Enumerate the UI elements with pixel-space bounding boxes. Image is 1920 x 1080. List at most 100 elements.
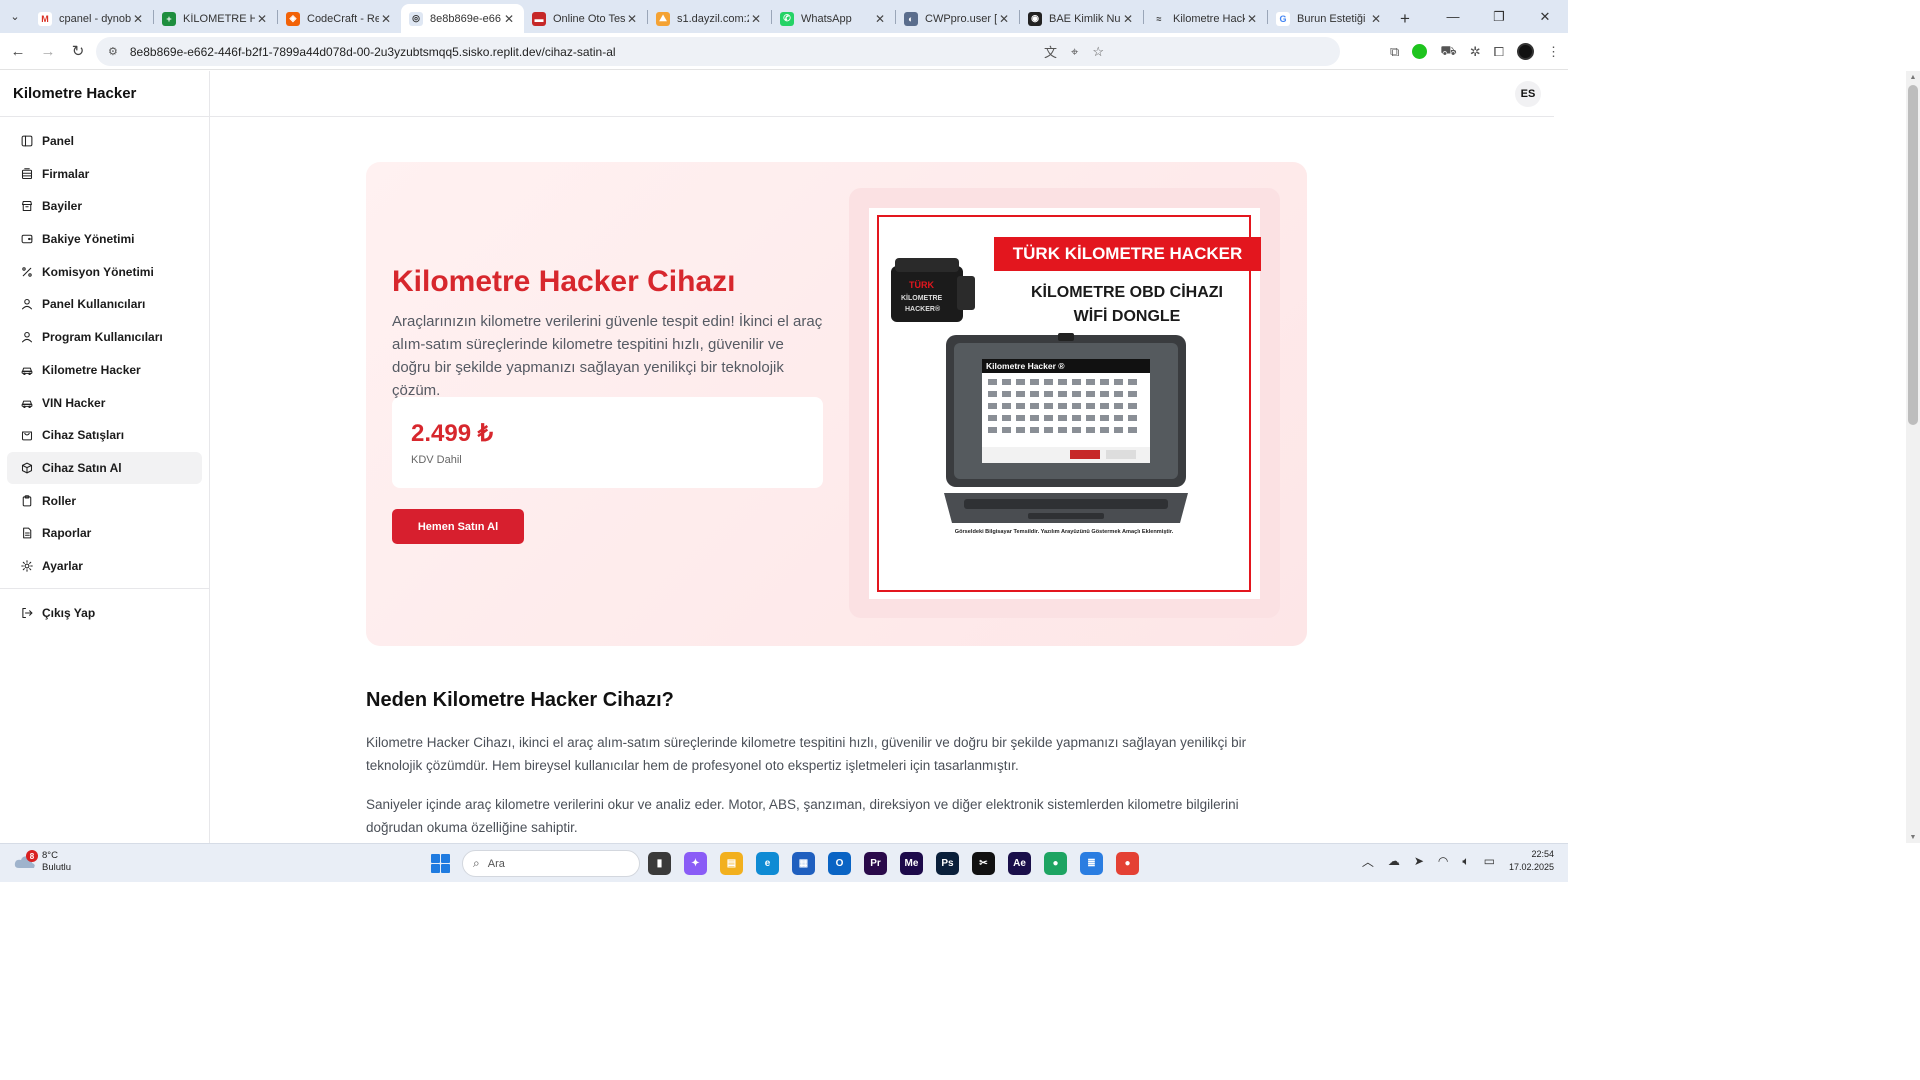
browser-tab[interactable]: ◎ 8e8b869e-e66 ✕ <box>401 4 524 33</box>
media-encoder-app-icon[interactable]: Me <box>900 852 923 875</box>
about-title: Neden Kilometre Hacker Cihazı? <box>366 689 674 711</box>
extension-car-icon[interactable]: ⛟ <box>1440 43 1456 61</box>
browser-menu-icon[interactable]: ⋮ <box>1547 44 1560 60</box>
sidebar-item-cihaz-satislari[interactable]: Cihaz Satışları <box>7 419 202 451</box>
file-explorer-app-icon[interactable]: ▤ <box>720 852 743 875</box>
browser-tab[interactable]: ◉ BAE Kimlik Nur ✕ <box>1020 4 1143 33</box>
sidebar-item-roller[interactable]: Roller <box>7 485 202 517</box>
extension-puzzle-alt-icon[interactable]: ✲ <box>1470 44 1481 60</box>
forward-button[interactable]: → <box>33 36 63 66</box>
back-button[interactable]: ← <box>3 36 33 66</box>
tab-close-icon[interactable]: ✕ <box>379 12 393 26</box>
extension-green-icon[interactable] <box>1412 44 1428 59</box>
browser-tab[interactable]: Mcpanel - dynob ✕ <box>30 4 153 33</box>
notepad-app-icon[interactable]: ≣ <box>1080 852 1103 875</box>
browser-tab[interactable]: G Burun Estetiği ✕ <box>1268 4 1391 33</box>
tab-favicon-icon: ≈ <box>1152 11 1166 26</box>
profile-avatar[interactable] <box>1517 43 1534 60</box>
sidebar-item-firmalar[interactable]: Firmalar <box>7 158 202 190</box>
tab-close-icon[interactable]: ✕ <box>1121 12 1135 26</box>
translate-icon[interactable]: 文 <box>1044 42 1057 61</box>
sidebar-item-bayiler[interactable]: Bayiler <box>7 190 202 222</box>
weather-widget[interactable]: 8 8°C Bulutlu <box>14 850 71 874</box>
bookmark-star-icon[interactable]: ☆ <box>1092 44 1104 60</box>
system-tray: ︿ ☁ ➤ ◠ 🔈︎ ▭ 22:54 17.02.2025 <box>1362 848 1554 874</box>
site-settings-icon[interactable]: ⚙ <box>108 45 118 58</box>
battery-icon[interactable]: ▭ <box>1484 854 1495 868</box>
sidebar-item-label: Panel Kullanıcıları <box>42 297 146 312</box>
product-image: TÜRK KİLOMETRE HACKER KİLOMETRE OBD CİHA… <box>869 208 1261 599</box>
new-tab-button[interactable]: + <box>1391 4 1419 33</box>
photoshop-app-icon[interactable]: Ps <box>936 852 959 875</box>
scroll-down-icon[interactable]: ▼ <box>1906 831 1920 843</box>
page-scrollbar[interactable]: ▲ ▼ <box>1906 71 1920 843</box>
sidebar-item-raporlar[interactable]: Raporlar <box>7 517 202 549</box>
wifi-icon[interactable]: ◠ <box>1438 854 1448 868</box>
scroll-up-icon[interactable]: ▲ <box>1906 71 1920 83</box>
address-toolbar: ← → ↻ ⚙ 8e8b869e-e662-446f-b2f1-7899a44d… <box>0 33 1568 70</box>
browser-tab[interactable]: ✆ WhatsApp ✕ <box>772 4 895 33</box>
browser-tab[interactable]: ⛰ s1.dayzil.com:2 ✕ <box>648 4 771 33</box>
address-bar[interactable]: ⚙ 8e8b869e-e662-446f-b2f1-7899a44d078d-0… <box>96 37 1340 66</box>
sidebar-item-program-kullanicilari[interactable]: Program Kullanıcıları <box>7 321 202 353</box>
tray-overflow-icon[interactable]: ︿ <box>1362 853 1374 870</box>
onedrive-icon[interactable]: ☁ <box>1388 854 1400 868</box>
product-image-line2: WİFİ DONGLE <box>1073 308 1181 325</box>
start-button[interactable] <box>431 854 450 873</box>
price-tax-note: KDV Dahil <box>411 454 462 466</box>
browser-tab[interactable]: ◈ CodeCraft - Re ✕ <box>278 4 401 33</box>
tab-favicon-icon: ✆ <box>780 11 794 26</box>
sidebar-item-vin-hacker[interactable]: VIN Hacker <box>7 387 202 419</box>
send-icon[interactable]: ➤ <box>1414 854 1424 868</box>
sidebar-item-cihaz-satin-al[interactable]: Cihaz Satın Al <box>7 451 202 484</box>
chrome-app-icon[interactable]: ● <box>1044 852 1067 875</box>
restore-button[interactable]: ❐ <box>1476 0 1522 33</box>
premiere-app-icon[interactable]: Pr <box>864 852 887 875</box>
tab-close-icon[interactable]: ✕ <box>255 12 269 26</box>
clock[interactable]: 22:54 17.02.2025 <box>1509 848 1554 874</box>
buy-now-button[interactable]: Hemen Satın Al <box>392 509 524 544</box>
tab-close-icon[interactable]: ✕ <box>625 12 639 26</box>
volume-icon[interactable]: 🔈︎ <box>1462 854 1469 869</box>
tab-favicon-icon: ◉ <box>1028 11 1042 26</box>
sidebar-item-kilometre-hacker[interactable]: Kilometre Hacker <box>7 354 202 386</box>
browser-tab[interactable]: ◐ CWPpro.user [c ✕ <box>896 4 1019 33</box>
close-window-button[interactable]: ✕ <box>1522 0 1568 33</box>
tab-close-icon[interactable]: ✕ <box>131 12 145 26</box>
taskbar-search[interactable]: ⌕ Ara <box>462 850 640 877</box>
store-app-icon[interactable]: ▦ <box>792 852 815 875</box>
tab-close-icon[interactable]: ✕ <box>1245 12 1259 26</box>
minimize-button[interactable]: — <box>1430 0 1476 33</box>
extension-copy-icon[interactable]: ⧉ <box>1390 44 1399 60</box>
tab-close-icon[interactable]: ✕ <box>502 12 516 26</box>
sidebar-item-panel-kullanicilari[interactable]: Panel Kullanıcıları <box>7 288 202 320</box>
browser-tab[interactable]: ≈ Kilometre Hack ✕ <box>1144 4 1267 33</box>
sidebar-item-komisyon-yonetimi[interactable]: Komisyon Yönetimi <box>7 256 202 288</box>
reload-button[interactable]: ↻ <box>63 36 93 66</box>
tab-close-icon[interactable]: ✕ <box>997 12 1011 26</box>
browser-tab[interactable]: + KİLOMETRE HA✕ <box>154 4 277 33</box>
tab-close-icon[interactable]: ✕ <box>1369 12 1383 26</box>
logout-button[interactable]: Çıkış Yap <box>7 597 202 629</box>
chrome-profile-app-icon[interactable]: ● <box>1116 852 1139 875</box>
extensions-puzzle-icon[interactable]: ⧠ <box>1494 44 1504 60</box>
tab-close-icon[interactable]: ✕ <box>873 12 887 26</box>
capcut-app-icon[interactable]: ✂ <box>972 852 995 875</box>
outlook-app-icon[interactable]: O <box>828 852 851 875</box>
sidebar-item-ayarlar[interactable]: Ayarlar <box>7 550 202 582</box>
tab-search-chevron-icon[interactable]: ⌄ <box>0 0 30 33</box>
tab-title: Online Oto Tes <box>553 12 625 25</box>
copilot-app-icon[interactable]: ✦ <box>684 852 707 875</box>
tab-title: CodeCraft - Re <box>307 12 379 25</box>
sidebar-item-bakiye-yonetimi[interactable]: Bakiye Yönetimi <box>7 223 202 255</box>
after-effects-app-icon[interactable]: Ae <box>1008 852 1031 875</box>
price-card: 2.499 ₺ KDV Dahil <box>392 397 823 488</box>
scroll-thumb[interactable] <box>1908 85 1918 425</box>
user-avatar[interactable]: ES <box>1515 81 1541 107</box>
location-icon[interactable]: ⌖ <box>1071 44 1078 60</box>
browser-tab[interactable]: ▬ Online Oto Tes ✕ <box>524 4 647 33</box>
file-viewer-app-icon[interactable]: ▮ <box>648 852 671 875</box>
edge-app-icon[interactable]: e <box>756 852 779 875</box>
sidebar-item-panel[interactable]: Panel <box>7 125 202 157</box>
tab-close-icon[interactable]: ✕ <box>749 12 763 26</box>
